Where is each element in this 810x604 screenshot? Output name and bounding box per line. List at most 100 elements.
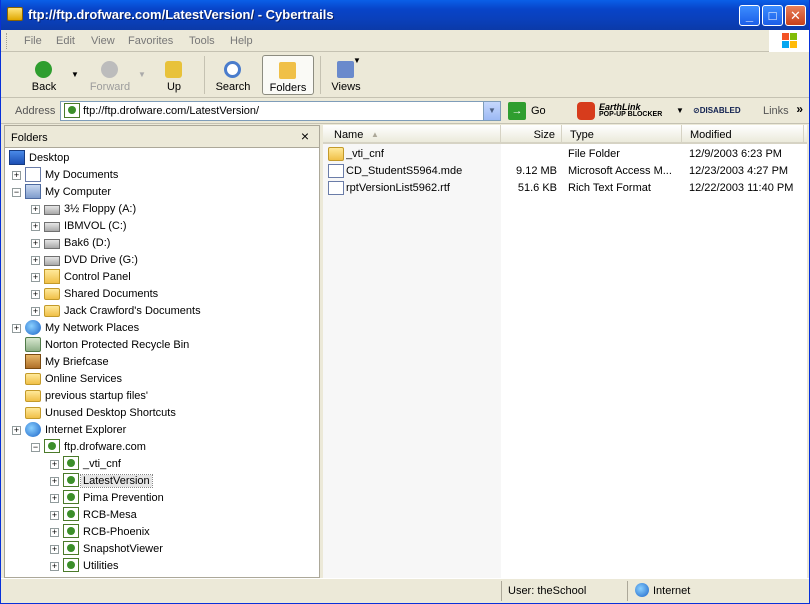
- menu-favorites[interactable]: Favorites: [128, 35, 173, 47]
- tree-item-label: previous startup files': [45, 390, 148, 402]
- forward-dropdown-icon[interactable]: ▼: [138, 70, 146, 79]
- column-type[interactable]: Type: [562, 125, 682, 144]
- expand-icon[interactable]: +: [50, 545, 59, 554]
- links-toolbar[interactable]: Links: [763, 105, 789, 117]
- up-folder-icon: [165, 61, 182, 78]
- forward-arrow-icon: [101, 61, 118, 78]
- file-row[interactable]: CD_StudentS5964.mde 9.12 MB Microsoft Acce…: [323, 163, 807, 180]
- popup-blocker-status[interactable]: ⊘DISABLED: [693, 106, 741, 115]
- search-button[interactable]: Search: [210, 55, 256, 95]
- menu-help[interactable]: Help: [230, 35, 253, 47]
- file-size: 9.12 MB: [516, 165, 557, 177]
- file-modified: 12/22/2003 11:40 PM: [689, 182, 794, 194]
- expand-icon[interactable]: +: [31, 307, 40, 316]
- views-dropdown-icon[interactable]: ▼: [353, 56, 361, 65]
- menu-tools[interactable]: Tools: [189, 35, 215, 47]
- ftp-folder-icon: [63, 558, 79, 572]
- tree-item-label: Pima Prevention: [83, 492, 164, 504]
- chevron-right-icon[interactable]: »: [796, 102, 803, 116]
- expand-icon[interactable]: +: [50, 562, 59, 571]
- network-places-icon: [25, 320, 41, 335]
- back-button[interactable]: Back: [23, 55, 65, 95]
- expand-icon[interactable]: +: [31, 273, 40, 282]
- explorer-window: ftp://ftp.drofware.com/LatestVersion/ - …: [0, 0, 810, 604]
- menu-bar: File Edit View Favorites Tools Help: [1, 30, 809, 52]
- windows-logo-icon: [769, 30, 809, 52]
- expand-icon[interactable]: +: [50, 528, 59, 537]
- window-title: ftp://ftp.drofware.com/LatestVersion/ - …: [28, 7, 334, 22]
- address-dropdown-icon[interactable]: ▼: [483, 102, 500, 120]
- column-size[interactable]: Size: [501, 125, 562, 144]
- folders-pane: Folders × Desktop + My Documents − My Comput…: [4, 125, 320, 578]
- rtf-file-icon: [328, 181, 344, 195]
- collapse-icon[interactable]: −: [12, 188, 21, 197]
- sorted-column-highlight: [323, 144, 501, 578]
- folders-icon: [279, 62, 296, 79]
- column-size-label: Size: [533, 129, 555, 141]
- ftp-folder-icon: [63, 473, 79, 487]
- title-bar[interactable]: ftp://ftp.drofware.com/LatestVersion/ - …: [1, 0, 809, 30]
- back-dropdown-icon[interactable]: ▼: [71, 70, 79, 79]
- maximize-button[interactable]: □: [762, 5, 783, 26]
- internet-zone-icon: [635, 583, 649, 597]
- folder-icon: [25, 373, 41, 385]
- ftp-folder-icon: [63, 456, 79, 470]
- expand-icon[interactable]: +: [31, 239, 40, 248]
- tree-item-label: Internet Explorer: [45, 424, 127, 436]
- my-computer-icon: [25, 184, 41, 199]
- file-name: CD_StudentS5964.mde: [346, 165, 463, 177]
- menu-file[interactable]: File: [24, 35, 42, 47]
- expand-icon[interactable]: +: [50, 477, 59, 486]
- expand-icon[interactable]: +: [50, 460, 59, 469]
- toolbar-grip[interactable]: [6, 33, 9, 49]
- minimize-button[interactable]: _: [739, 5, 760, 26]
- expand-icon[interactable]: +: [12, 426, 21, 435]
- file-row[interactable]: _vti_cnf File Folder 12/9/2003 6:23 PM: [323, 146, 807, 163]
- menu-view[interactable]: View: [91, 35, 115, 47]
- column-name[interactable]: Name ▲: [323, 125, 501, 144]
- expand-icon[interactable]: +: [31, 222, 40, 231]
- expand-icon[interactable]: +: [12, 171, 21, 180]
- tree-item-label: LatestVersion: [80, 474, 153, 488]
- column-modified[interactable]: Modified: [682, 125, 804, 144]
- address-value: ftp://ftp.drofware.com/LatestVersion/: [83, 105, 260, 117]
- file-list[interactable]: Name ▲ Size Type Modified _vti_cnf File F…: [323, 125, 807, 578]
- expand-icon[interactable]: +: [12, 324, 21, 333]
- folder-tree[interactable]: Desktop + My Documents − My Computer +3½ Flop…: [5, 148, 319, 577]
- menu-edit[interactable]: Edit: [56, 35, 75, 47]
- folder-icon: [25, 407, 41, 419]
- floppy-drive-icon: [44, 205, 60, 215]
- earthlink-dropdown-icon[interactable]: ▼: [676, 106, 684, 115]
- toolbar-separator: [320, 56, 321, 94]
- tree-item-label: Desktop: [29, 152, 70, 164]
- folders-label: Folders: [269, 82, 307, 94]
- expand-icon[interactable]: +: [31, 290, 40, 299]
- expand-icon[interactable]: +: [31, 205, 40, 214]
- tree-item-label: ftp.drofware.com: [64, 441, 146, 453]
- back-arrow-icon: [35, 61, 52, 78]
- desktop-icon: [9, 150, 25, 165]
- folders-button[interactable]: Folders: [262, 55, 314, 95]
- access-file-icon: [328, 164, 344, 178]
- expand-icon[interactable]: +: [50, 511, 59, 520]
- collapse-icon[interactable]: −: [31, 443, 40, 452]
- address-input[interactable]: ftp://ftp.drofware.com/LatestVersion/ ▼: [60, 101, 501, 121]
- file-row[interactable]: rptVersionList5962.rtf 51.6 KB Rich Text F…: [323, 180, 807, 197]
- file-name: _vti_cnf: [346, 148, 384, 160]
- ftp-site-icon: [44, 439, 60, 453]
- status-user: User: theSchool: [508, 585, 587, 597]
- earthlink-popup-blocker[interactable]: EarthLink POP-UP BLOCKER: [575, 101, 685, 121]
- expand-icon[interactable]: +: [50, 494, 59, 503]
- go-button[interactable]: → Go: [508, 102, 558, 120]
- standard-toolbar: Back ▼ Forward ▼ Up Search Folders Views…: [1, 52, 809, 98]
- tree-item-label: RCB-Mesa: [83, 509, 137, 521]
- go-label: Go: [531, 105, 546, 117]
- close-button[interactable]: ✕: [785, 5, 806, 26]
- file-modified: 12/9/2003 6:23 PM: [689, 148, 782, 160]
- up-button[interactable]: Up: [156, 55, 192, 95]
- close-icon[interactable]: ×: [301, 128, 309, 144]
- forward-button[interactable]: Forward: [85, 55, 135, 95]
- tree-item-label: Utilities: [83, 560, 119, 572]
- hard-drive-icon: [44, 222, 60, 232]
- expand-icon[interactable]: +: [31, 256, 40, 265]
